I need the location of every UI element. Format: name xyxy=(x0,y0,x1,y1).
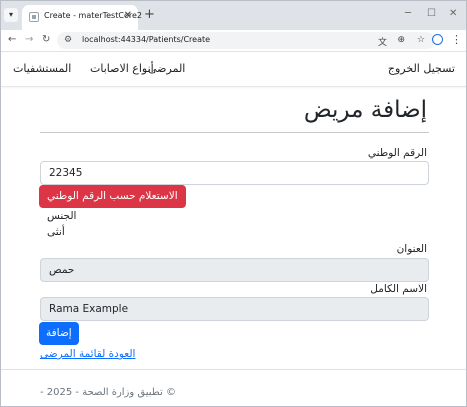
nav-hospitals[interactable]: المستشفيات xyxy=(13,62,71,75)
page-favicon-icon xyxy=(29,12,39,22)
url-text: localhost:44334/Patients/Create xyxy=(82,35,211,44)
new-tab-button[interactable]: + xyxy=(144,7,155,22)
back-icon[interactable]: ← xyxy=(8,34,16,45)
national-id-input[interactable]: 22345 xyxy=(40,161,429,185)
reload-icon[interactable]: ↻ xyxy=(42,34,50,45)
gender-label: الجنس xyxy=(47,210,77,222)
zoom-icon[interactable]: ⊕ xyxy=(397,35,405,45)
close-window-icon[interactable]: ✕ xyxy=(449,8,457,19)
back-to-list-link[interactable]: العودة لقائمة المرضى xyxy=(40,348,135,360)
address-input[interactable]: ⚙ localhost:44334/Patients/Create 文 ⊕ ☆ xyxy=(57,32,435,49)
profile-avatar-icon[interactable] xyxy=(432,34,443,45)
address-label: العنوان xyxy=(396,243,427,255)
tab-strip: ▾ Create - materTestCore2 ✕ + ─ ☐ ✕ xyxy=(1,1,466,30)
address-bar-row: ← → ↻ ⚙ localhost:44334/Patients/Create … xyxy=(1,30,466,52)
fullname-input[interactable]: Rama Example xyxy=(40,297,429,321)
browser-window: ▾ Create - materTestCore2 ✕ + ─ ☐ ✕ ← → … xyxy=(0,0,467,407)
title-divider xyxy=(40,132,429,133)
nav-patients[interactable]: المرضى xyxy=(148,62,185,75)
site-info-icon[interactable]: ⚙ xyxy=(64,35,72,45)
close-tab-icon[interactable]: ✕ xyxy=(124,10,132,21)
address-input[interactable]: حمص xyxy=(40,258,429,282)
logout-link[interactable]: تسجيل الخروج xyxy=(388,62,455,75)
browser-menu-icon[interactable]: ⋮ xyxy=(451,33,462,46)
translate-icon[interactable]: 文 xyxy=(378,35,387,48)
tab-search-chevron-icon[interactable]: ▾ xyxy=(4,8,18,22)
submit-button[interactable]: إضافة xyxy=(39,322,79,345)
maximize-icon[interactable]: ☐ xyxy=(427,8,436,19)
footer-text: - تطبيق وزارة الصحة - 2025 © xyxy=(40,387,176,398)
nav-injury-types[interactable]: أنواع الاصابات xyxy=(90,62,154,75)
site-navbar: المستشفيات أنواع الاصابات المرضى تسجيل ا… xyxy=(1,52,466,87)
minimize-icon[interactable]: ─ xyxy=(405,8,411,19)
national-id-label: الرقم الوطني xyxy=(367,147,427,159)
query-by-national-id-button[interactable]: الاستعلام حسب الرقم الوطني xyxy=(39,185,186,208)
bookmark-star-icon[interactable]: ☆ xyxy=(417,35,425,45)
footer-divider xyxy=(1,369,466,370)
page-title: إضافة مريض xyxy=(303,97,427,123)
gender-value: أنثى xyxy=(47,226,65,238)
fullname-label: الاسم الكامل xyxy=(370,283,427,295)
forward-icon[interactable]: → xyxy=(25,34,33,45)
browser-tab[interactable]: Create - materTestCore2 ✕ xyxy=(22,5,142,30)
